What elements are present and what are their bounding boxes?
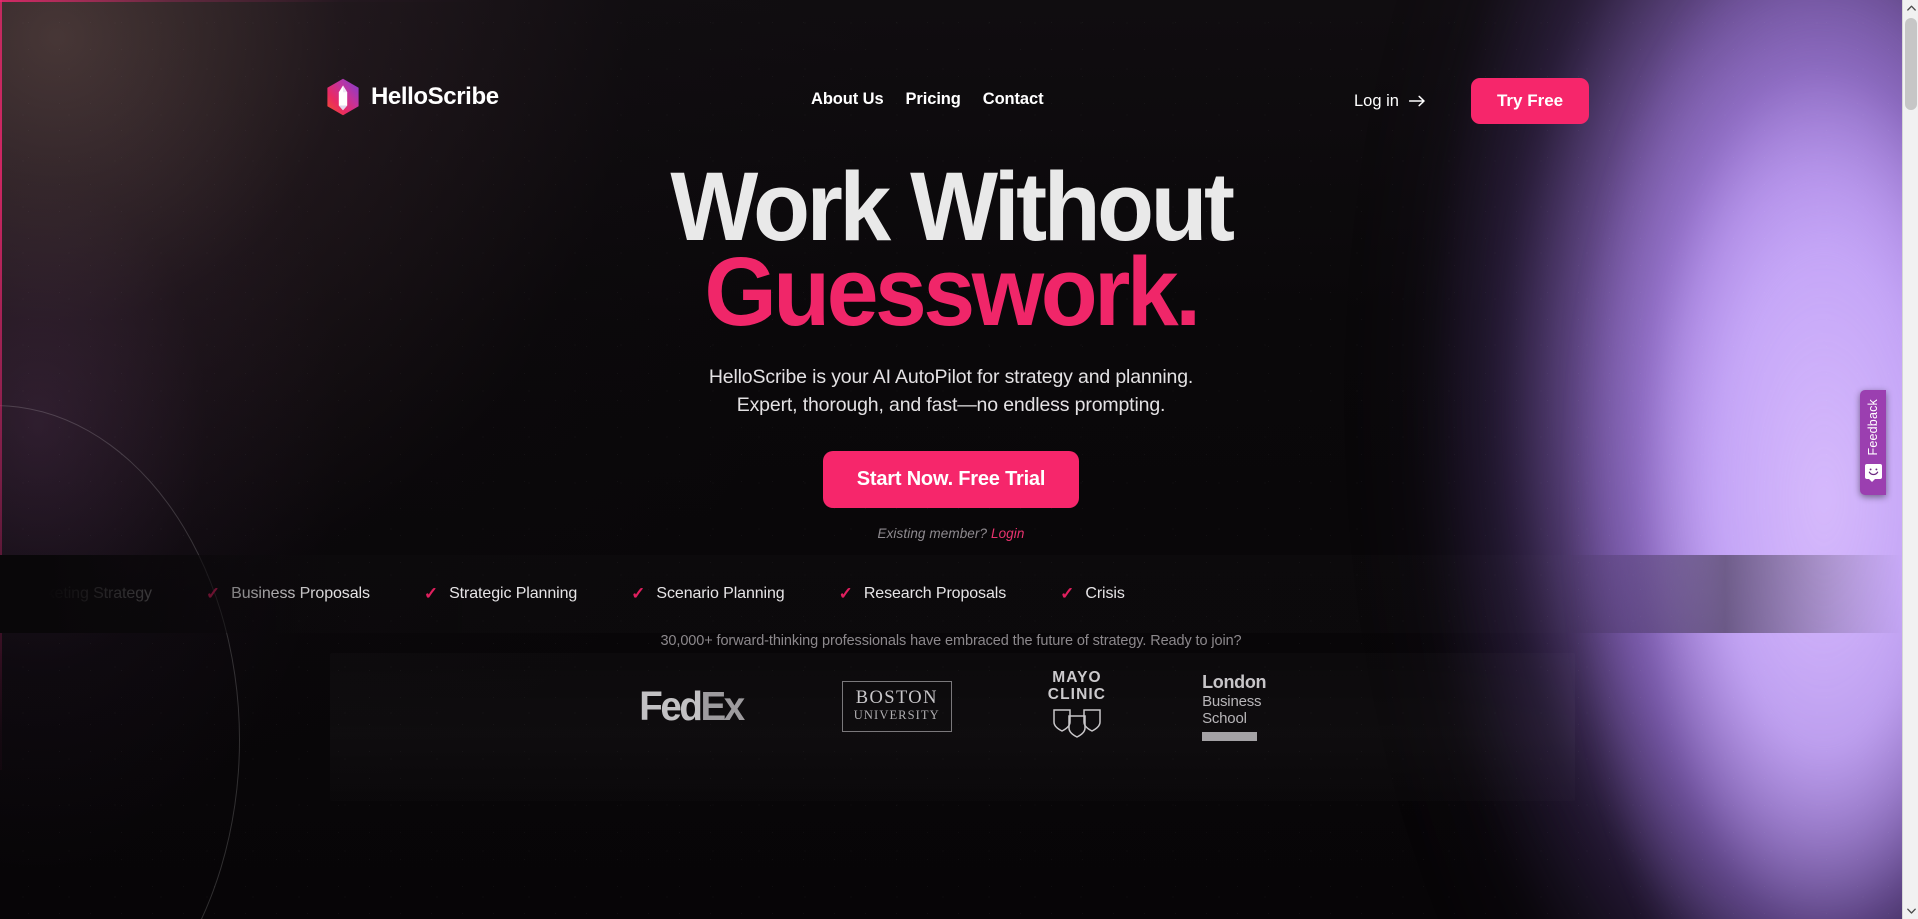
start-free-trial-button[interactable]: Start Now. Free Trial	[822, 450, 1080, 508]
brand-name: HelloScribe	[371, 83, 499, 110]
existing-member-login-link[interactable]: Login	[991, 526, 1025, 541]
hero-subtitle-line-2: Expert, thorough, and fast—no endless pr…	[736, 393, 1166, 416]
lbs-line-1: London	[1202, 672, 1267, 692]
ticker-item: ✓ Scenario Planning	[631, 583, 785, 603]
boston-university-logo: BOSTON UNIVERSITY	[841, 681, 952, 732]
ticker-item-label: Business Proposals	[231, 585, 370, 602]
chevron-down-icon[interactable]	[1903, 903, 1918, 919]
ticker-fade-right	[1562, 555, 1902, 633]
mayo-clinic-line-1: MAYO	[1052, 669, 1102, 686]
ticker-item: ✓ Research Proposals	[839, 585, 1007, 603]
ticker-item: ✓ Marketing Strategy	[0, 585, 152, 603]
headline-line-1: Work Without	[670, 152, 1235, 261]
hero-subtitle: HelloScribe is your AI AutoPilot for str…	[0, 363, 1902, 419]
feedback-tab[interactable]: Feedback	[1860, 390, 1886, 495]
hero-subtitle-line-1: HelloScribe is your AI AutoPilot for str…	[708, 365, 1194, 388]
log-in-link[interactable]: Log in	[1354, 92, 1426, 111]
fedex-logo: FedEx	[639, 682, 745, 729]
existing-member-line: Existing member? Login	[0, 526, 1902, 541]
mayo-clinic-line-2: CLINIC	[1047, 686, 1107, 704]
browser-page: HelloScribe About Us Pricing Contact Log…	[0, 0, 1918, 919]
brand-logo[interactable]: HelloScribe	[326, 78, 499, 116]
mayo-three-shields-icon	[1048, 707, 1106, 744]
hero-cta-wrapper: Start Now. Free Trial	[0, 450, 1902, 508]
ticker-item: ✓ Strategic Planning	[424, 585, 577, 603]
main-navigation: About Us Pricing Contact	[811, 90, 1044, 109]
scrollbar-thumb[interactable]	[1905, 18, 1917, 110]
smiley-face-icon	[1864, 463, 1882, 482]
fedex-logo-ex: Ex	[700, 682, 745, 729]
existing-member-label: Existing member?	[877, 525, 988, 541]
lbs-line-3: School	[1202, 709, 1247, 727]
boston-university-line-1: BOSTON	[855, 688, 938, 709]
page-content: HelloScribe About Us Pricing Contact Log…	[0, 0, 1902, 919]
social-proof-section: 30,000+ forward-thinking professionals h…	[0, 633, 1902, 801]
scrollbar-track[interactable]	[1903, 16, 1918, 903]
ticker-item: ✓ Business Proposals	[206, 585, 370, 603]
feature-ticker-row: als✓Marketing Strategy✓Business Proposal…	[0, 555, 1179, 633]
try-free-button[interactable]: Try Free	[1470, 78, 1590, 124]
log-in-label: Log in	[1354, 91, 1399, 110]
check-mark-icon: ✓	[838, 583, 853, 603]
nav-about-us[interactable]: About Us	[811, 90, 884, 109]
feedback-tab-label: Feedback	[1866, 399, 1880, 456]
ticker-item-label: Research Proposals	[863, 585, 1007, 602]
chevron-up-icon[interactable]	[1903, 0, 1918, 16]
fedex-logo-fed: Fed	[639, 682, 703, 729]
mayo-clinic-logo: MAYO CLINIC	[1048, 669, 1106, 744]
london-business-school-logo: London Business School	[1202, 672, 1267, 741]
page-title: Work Without Guesswork.	[38, 152, 1864, 347]
browser-scrollbar[interactable]	[1902, 0, 1918, 919]
social-proof-text: 30,000+ forward-thinking professionals h…	[660, 633, 1242, 649]
headline-line-2: Guesswork.	[704, 237, 1201, 347]
hero-section: Work Without Guesswork. HelloScribe is y…	[0, 152, 1902, 541]
check-mark-icon: ✓	[423, 583, 439, 603]
header-actions: Log in Try Free	[1354, 78, 1590, 124]
hexagon-pen-logo-icon	[326, 78, 360, 116]
check-mark-icon: ✓	[1060, 583, 1075, 603]
check-mark-icon: ✓	[631, 583, 646, 603]
customer-logo-row: FedEx BOSTON UNIVERSITY MAYO CLINIC Lond…	[0, 669, 1902, 744]
check-mark-icon: ✓	[205, 583, 221, 603]
boston-university-line-2: UNIVERSITY	[853, 708, 940, 723]
feature-ticker: als✓Marketing Strategy✓Business Proposal…	[0, 555, 1902, 633]
lbs-underline-bar	[1202, 731, 1258, 741]
ticker-item: ✓ Crisis	[1060, 585, 1125, 603]
ticker-item-label: Marketing Strategy	[19, 585, 152, 602]
nav-contact[interactable]: Contact	[983, 90, 1044, 109]
ticker-item-label: Crisis	[1085, 585, 1125, 602]
lbs-line-2: Business	[1202, 692, 1262, 710]
ticker-item-label: Scenario Planning	[656, 585, 785, 602]
ticker-item-label: Strategic Planning	[449, 585, 578, 602]
arrow-right-icon	[1408, 95, 1426, 107]
page-viewport: HelloScribe About Us Pricing Contact Log…	[0, 0, 1902, 919]
nav-pricing[interactable]: Pricing	[906, 90, 961, 109]
site-header: HelloScribe About Us Pricing Contact Log…	[0, 78, 1902, 142]
check-mark-icon: ✓	[0, 583, 9, 603]
